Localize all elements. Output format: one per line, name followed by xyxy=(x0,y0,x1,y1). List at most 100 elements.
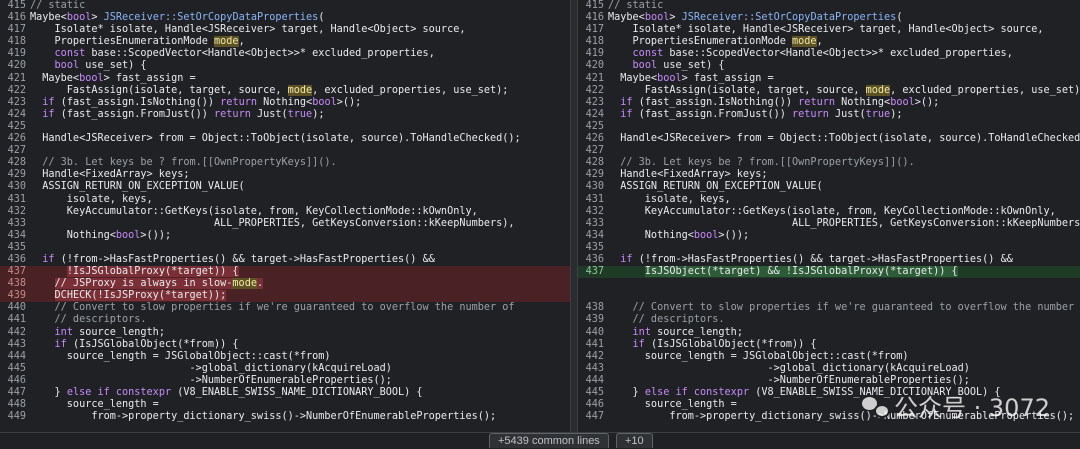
code-token: KeyAccumulator::GetKeys(isolate, from, K… xyxy=(30,205,478,217)
line-number: 422 xyxy=(585,84,604,96)
left-code-line: 442 int source_length; xyxy=(0,327,570,339)
code-token: Isolate* isolate, Handle<JSReceiver> tar… xyxy=(608,24,1044,36)
line-number: 417 xyxy=(7,24,26,36)
code-token: (V8_ENABLE_SWISS_NAME_DICTIONARY_BOOL) { xyxy=(171,387,423,398)
line-number: 442 xyxy=(7,326,26,338)
line-number: 447 xyxy=(7,387,26,398)
line-number: 447 xyxy=(585,411,604,423)
code-token: Nothing< xyxy=(608,229,694,241)
line-code: // Convert to slow properties if we're g… xyxy=(608,302,1080,313)
pane-divider[interactable] xyxy=(570,0,578,432)
code-token: ); xyxy=(890,108,903,120)
code-token: if xyxy=(42,96,55,108)
right-code-line: 445 } else if constexpr (V8_ENABLE_SWISS… xyxy=(578,387,1080,399)
line-number: 431 xyxy=(7,193,26,205)
right-code-line: 429 Handle<FixedArray> keys; xyxy=(578,169,1080,181)
line-code: Maybe<bool> JSReceiver::SetOrCopyDataPro… xyxy=(608,12,902,23)
code-token: Nothing< xyxy=(834,96,891,108)
line-code: Handle<JSReceiver> from = Object::ToObje… xyxy=(608,133,1080,144)
left-diff-pane[interactable]: 415// static 416 Maybe<bool> JSReceiver::S… xyxy=(0,0,570,432)
line-code: // 3b. Let keys be ? from.[[OwnPropertyK… xyxy=(30,157,336,168)
code-token: ->global_dictionary(kAcquireLoad) xyxy=(608,362,970,374)
line-code: PropertiesEnumerationMode mode, xyxy=(30,36,245,48)
line-number: 432 xyxy=(585,205,604,217)
code-token: bool xyxy=(79,72,104,84)
line-number: 436 xyxy=(585,253,604,265)
line-number: 432 xyxy=(7,205,26,217)
line-code: } else if constexpr (V8_ENABLE_SWISS_NAM… xyxy=(608,387,1001,398)
expand-ten-lines-button[interactable]: +10 xyxy=(616,433,653,448)
code-token: bool xyxy=(312,96,337,108)
line-code: if (fast_assign.IsNothing()) return Noth… xyxy=(30,97,361,108)
line-number: 426 xyxy=(7,133,26,145)
right-diff-pane[interactable]: 415// static 416 Maybe<bool> JSReceiver::S… xyxy=(578,0,1080,432)
code-token: if xyxy=(42,108,55,120)
left-code-line: 447 } else if constexpr (V8_ENABLE_SWISS… xyxy=(0,387,570,399)
line-code: if (fast_assign.FromJust()) return Just(… xyxy=(30,109,324,120)
code-token: isolate, keys, xyxy=(30,193,153,205)
code-token: ALL_PROPERTIES, GetKeysConversion::kKeep… xyxy=(608,217,1080,229)
right-code-line: 422 FastAssign(isolate, target, source, … xyxy=(578,84,1080,97)
line-code: source_length = JSGlobalObject::cast(*fr… xyxy=(608,351,909,362)
code-token: Handle<FixedArray> keys; xyxy=(30,169,190,181)
code-token: FastAssign(isolate, target, source, xyxy=(608,84,866,96)
line-number: 434 xyxy=(7,229,26,241)
code-token: if xyxy=(620,96,633,108)
left-code-line: 433 ALL_PROPERTIES, GetKeysConversion::k… xyxy=(0,218,570,230)
code-token: >()); xyxy=(140,229,172,241)
code-token: true xyxy=(287,108,313,120)
right-code-line: 423 if (fast_assign.IsNothing()) return … xyxy=(578,97,1080,109)
line-code: // descriptors. xyxy=(30,314,147,325)
line-number: 427 xyxy=(7,145,26,157)
left-code-line: 431 isolate, keys, xyxy=(0,194,570,206)
code-token: bool xyxy=(632,60,658,72)
line-code: from->property_dictionary_swiss()->Numbe… xyxy=(30,411,496,422)
line-code: Isolate* isolate, Handle<JSReceiver> tar… xyxy=(608,24,1044,36)
right-code-line: 441 if (IsJSGlobalObject(*from)) { xyxy=(578,339,1080,351)
right-code-line: 426 Handle<JSReceiver> from = Object::To… xyxy=(578,133,1080,145)
line-number: 429 xyxy=(585,169,604,181)
line-code: if (IsJSGlobalObject(*from)) { xyxy=(30,339,239,350)
left-code-line: 439 DCHECK(!IsJSProxy(*target)); xyxy=(0,290,570,303)
left-code-line: 423 if (fast_assign.IsNothing()) return … xyxy=(0,97,570,109)
code-token: (fast_assign.FromJust()) xyxy=(632,108,793,120)
code-token: } xyxy=(30,387,67,398)
line-number: 449 xyxy=(7,411,26,423)
right-code-line: 416 Maybe<bool> JSReceiver::SetOrCopyData… xyxy=(578,12,1080,24)
line-code: // static xyxy=(30,0,85,11)
line-code: Isolate* isolate, Handle<JSReceiver> tar… xyxy=(30,24,466,35)
code-token: int xyxy=(632,326,651,338)
code-token: from->property_dictionary_swiss()->Numbe… xyxy=(30,411,497,423)
line-number: 425 xyxy=(7,120,26,132)
code-token: const xyxy=(632,48,664,60)
left-code-line: 420 bool use_set) { xyxy=(0,60,570,72)
line-number: 418 xyxy=(585,36,604,48)
right-code-line: 443 ->global_dictionary(kAcquireLoad) xyxy=(578,363,1080,375)
line-number: 417 xyxy=(585,24,604,36)
left-code-line: 422 FastAssign(isolate, target, source, … xyxy=(0,84,570,97)
left-code-line: 445 ->global_dictionary(kAcquireLoad) xyxy=(0,363,570,375)
code-token: (fast_assign.IsNothing()) xyxy=(54,96,221,108)
line-code: source_length = xyxy=(608,399,737,410)
left-code-line: 424 if (fast_assign.FromJust()) return J… xyxy=(0,109,570,121)
line-code: ->global_dictionary(kAcquireLoad) xyxy=(608,362,970,374)
line-number: 440 xyxy=(7,302,26,314)
line-code: isolate, keys, xyxy=(608,194,731,205)
line-number: 437 xyxy=(585,266,604,278)
code-token: ASSIGN_RETURN_ON_EXCEPTION_VALUE( xyxy=(30,181,245,193)
left-code-line: 434 Nothing<bool>()); xyxy=(0,230,570,242)
code-token: // static xyxy=(608,0,664,11)
right-code-line: 444 ->NumberOfEnumerableProperties(); xyxy=(578,375,1080,387)
right-code-line: 418 PropertiesEnumerationMode mode, xyxy=(578,36,1080,48)
expand-common-lines-button[interactable]: +5439 common lines xyxy=(489,433,609,448)
code-token: . xyxy=(256,278,264,290)
line-number: 415 xyxy=(7,0,26,11)
code-token: > xyxy=(669,12,682,24)
left-code-line: 441 // descriptors. xyxy=(0,314,570,326)
code-token: FastAssign(isolate, target, source, xyxy=(30,84,288,96)
line-code: ASSIGN_RETURN_ON_EXCEPTION_VALUE( xyxy=(30,181,245,193)
